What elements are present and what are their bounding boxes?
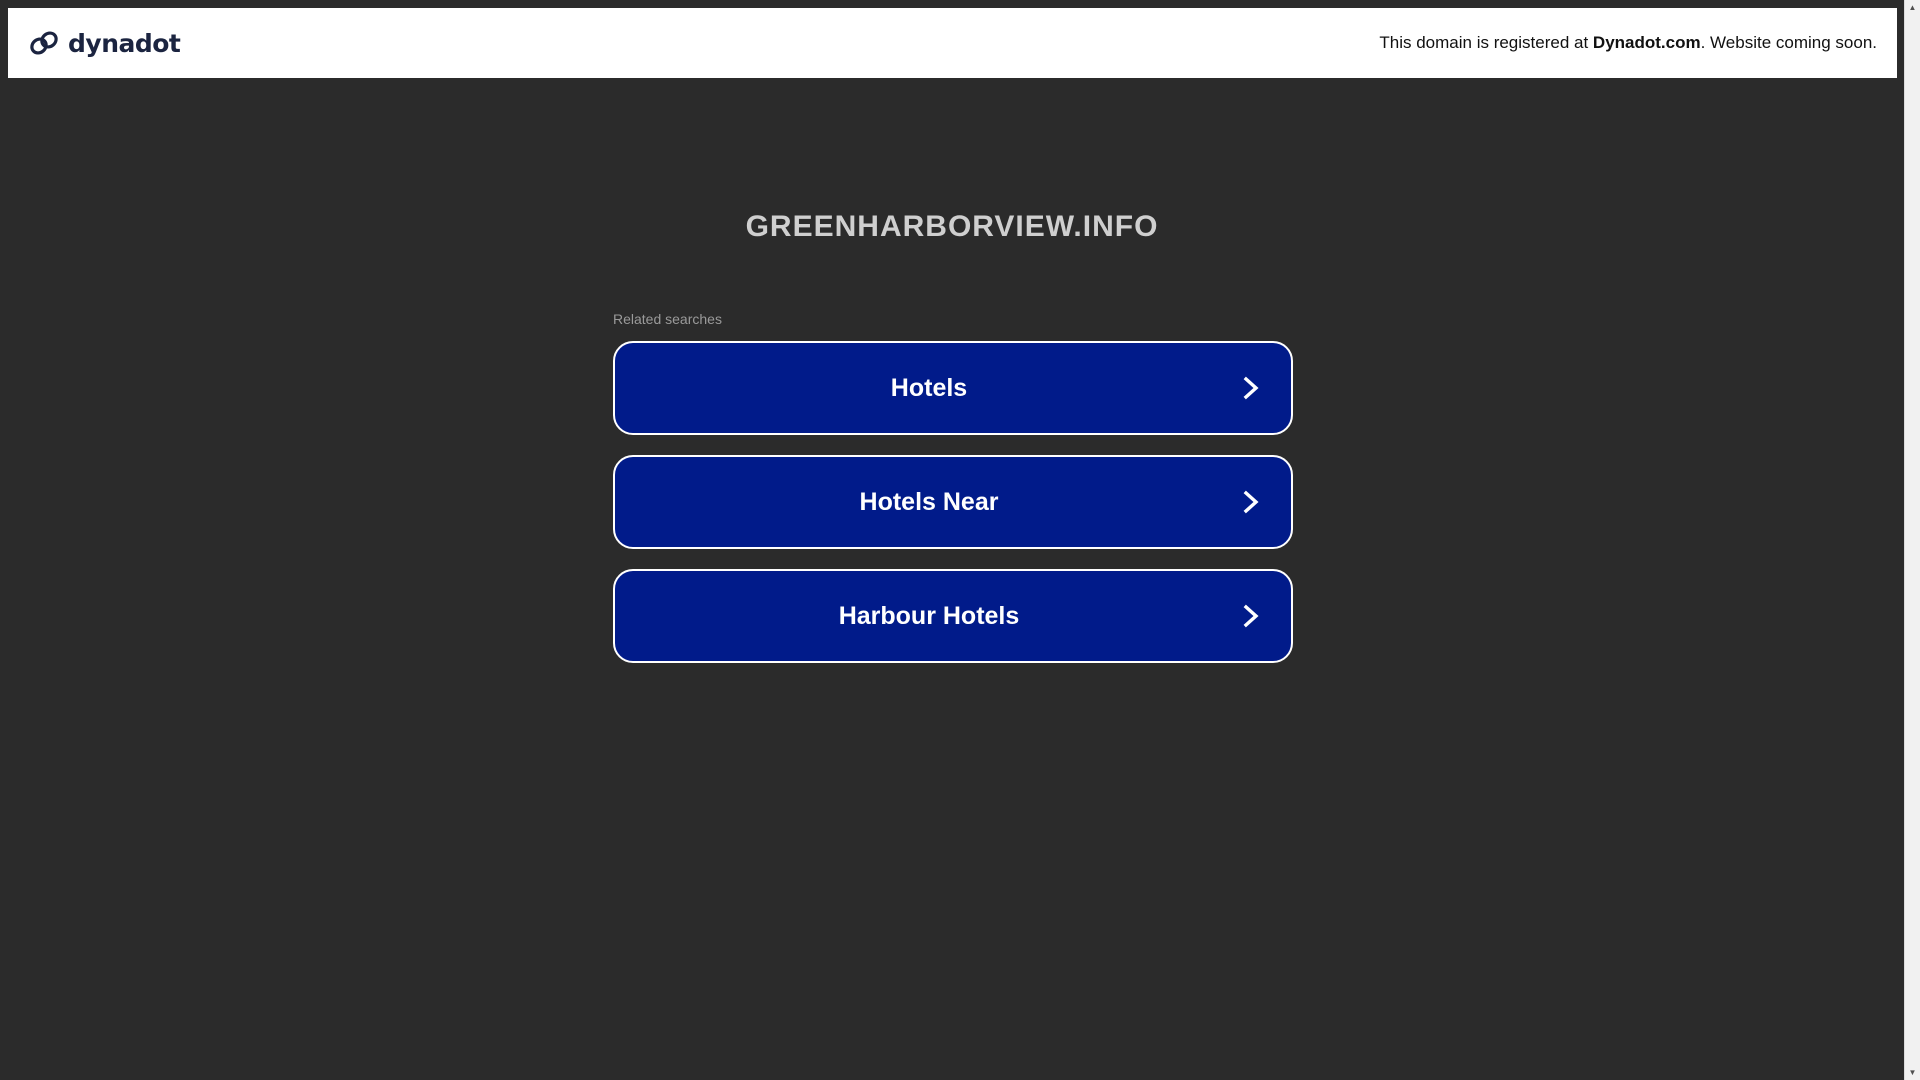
dynadot-link-icon <box>30 31 58 55</box>
scroll-up-arrow-icon[interactable]: ▲ <box>1905 0 1920 15</box>
related-link-hotels-near[interactable]: Hotels Near <box>613 455 1293 549</box>
chevron-right-icon <box>1243 604 1259 628</box>
chevron-right-icon <box>1243 376 1259 400</box>
registrar-link[interactable]: Dynadot.com <box>1593 33 1701 52</box>
domain-name-heading: GREENHARBORVIEW.INFO <box>745 210 1159 243</box>
related-searches: Related searches Hotels Hotels Near Harb… <box>613 311 1293 683</box>
vertical-scrollbar[interactable]: ▲ ▼ <box>1904 0 1920 1080</box>
notice-suffix: . Website coming soon. <box>1700 33 1877 52</box>
browser-viewport: dynadot This domain is registered at Dyn… <box>0 0 1920 1080</box>
dynadot-logo[interactable]: dynadot <box>28 27 181 59</box>
related-link-label: Harbour Hotels <box>838 601 1020 630</box>
related-link-harbour-hotels[interactable]: Harbour Hotels <box>613 569 1293 663</box>
related-link-hotels[interactable]: Hotels <box>613 341 1293 435</box>
registration-notice: This domain is registered at Dynadot.com… <box>1379 33 1877 53</box>
top-banner: dynadot This domain is registered at Dyn… <box>8 8 1897 78</box>
brand-name: dynadot <box>68 28 181 58</box>
scroll-down-arrow-icon[interactable]: ▼ <box>1905 1065 1920 1080</box>
related-link-label: Hotels Near <box>859 487 999 516</box>
notice-prefix: This domain is registered at <box>1379 33 1593 52</box>
chevron-right-icon <box>1243 490 1259 514</box>
related-link-label: Hotels <box>890 373 968 402</box>
related-searches-label: Related searches <box>613 311 722 327</box>
parked-domain-page: dynadot This domain is registered at Dyn… <box>0 0 1904 1080</box>
